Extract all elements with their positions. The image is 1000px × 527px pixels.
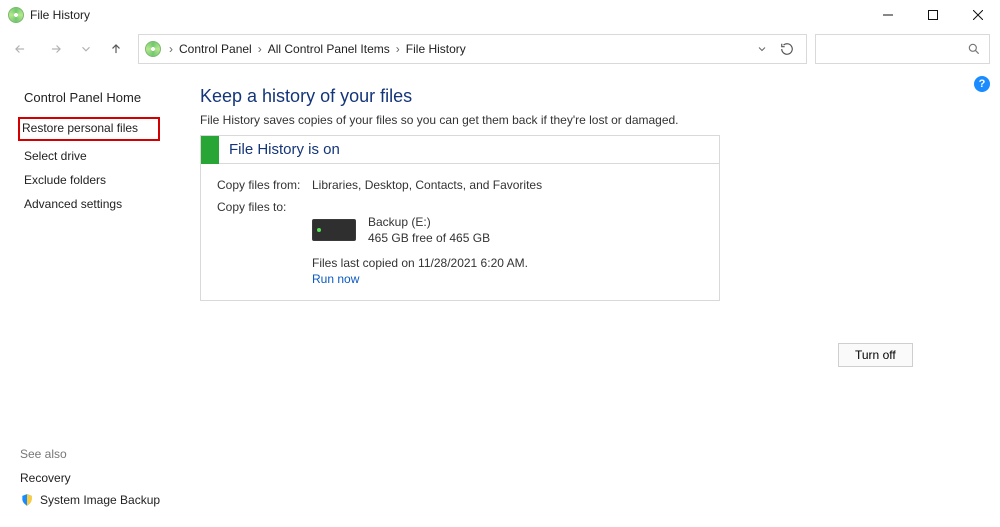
titlebar: File History (0, 0, 1000, 30)
see-also-recovery[interactable]: Recovery (20, 467, 160, 489)
close-button[interactable] (955, 0, 1000, 30)
recent-chevron-icon[interactable] (78, 35, 94, 63)
address-bar[interactable]: › Control Panel › All Control Panel Item… (138, 34, 807, 64)
see-also: See also Recovery System Image Backup (20, 447, 160, 511)
run-now-link[interactable]: Run now (312, 272, 703, 286)
status-on-icon (201, 136, 219, 164)
highlight-restore-files: Restore personal files (18, 117, 160, 141)
up-button[interactable] (102, 35, 130, 63)
status-panel: File History is on Copy files from: Libr… (200, 135, 720, 301)
search-icon (967, 42, 981, 56)
maximize-button[interactable] (910, 0, 955, 30)
sidebar-exclude-folders[interactable]: Exclude folders (20, 169, 190, 191)
copy-from-value: Libraries, Desktop, Contacts, and Favori… (312, 178, 542, 192)
shield-icon (20, 493, 34, 507)
turn-off-button[interactable]: Turn off (838, 343, 913, 367)
chevron-right-icon: › (167, 42, 175, 56)
page-description: File History saves copies of your files … (200, 113, 976, 127)
sidebar-select-drive[interactable]: Select drive (20, 145, 190, 167)
copy-to-label: Copy files to: (217, 200, 312, 214)
file-history-icon (8, 7, 24, 23)
drive-icon (312, 219, 356, 241)
sidebar-advanced-settings[interactable]: Advanced settings (20, 193, 190, 215)
drive-name: Backup (E:) (368, 214, 490, 230)
window-title: File History (30, 8, 90, 22)
forward-button[interactable] (42, 35, 70, 63)
breadcrumb-control-panel[interactable]: Control Panel (175, 42, 256, 56)
address-icon (145, 41, 161, 57)
sidebar-restore-files[interactable]: Restore personal files (22, 121, 138, 135)
see-also-title: See also (20, 447, 160, 461)
status-title: File History is on (229, 141, 340, 158)
last-copied-text: Files last copied on 11/28/2021 6:20 AM. (312, 256, 703, 270)
see-also-system-image-backup[interactable]: System Image Backup (20, 489, 160, 511)
breadcrumb-all-items[interactable]: All Control Panel Items (264, 42, 394, 56)
chevron-right-icon: › (256, 42, 264, 56)
back-button[interactable] (6, 35, 34, 63)
main-content: Keep a history of your files File Histor… (190, 68, 1000, 527)
page-title: Keep a history of your files (200, 86, 976, 107)
sidebar-home[interactable]: Control Panel Home (20, 86, 190, 109)
breadcrumb-file-history[interactable]: File History (402, 42, 470, 56)
refresh-button[interactable] (774, 42, 800, 56)
see-also-backup-label: System Image Backup (40, 493, 160, 507)
search-input[interactable] (815, 34, 990, 64)
see-also-recovery-label: Recovery (20, 471, 71, 485)
address-chevron-icon[interactable] (750, 43, 774, 55)
navigation-row: › Control Panel › All Control Panel Item… (0, 30, 1000, 68)
chevron-right-icon: › (394, 42, 402, 56)
window-controls (865, 0, 1000, 30)
drive-free: 465 GB free of 465 GB (368, 230, 490, 246)
minimize-button[interactable] (865, 0, 910, 30)
copy-from-label: Copy files from: (217, 178, 312, 192)
